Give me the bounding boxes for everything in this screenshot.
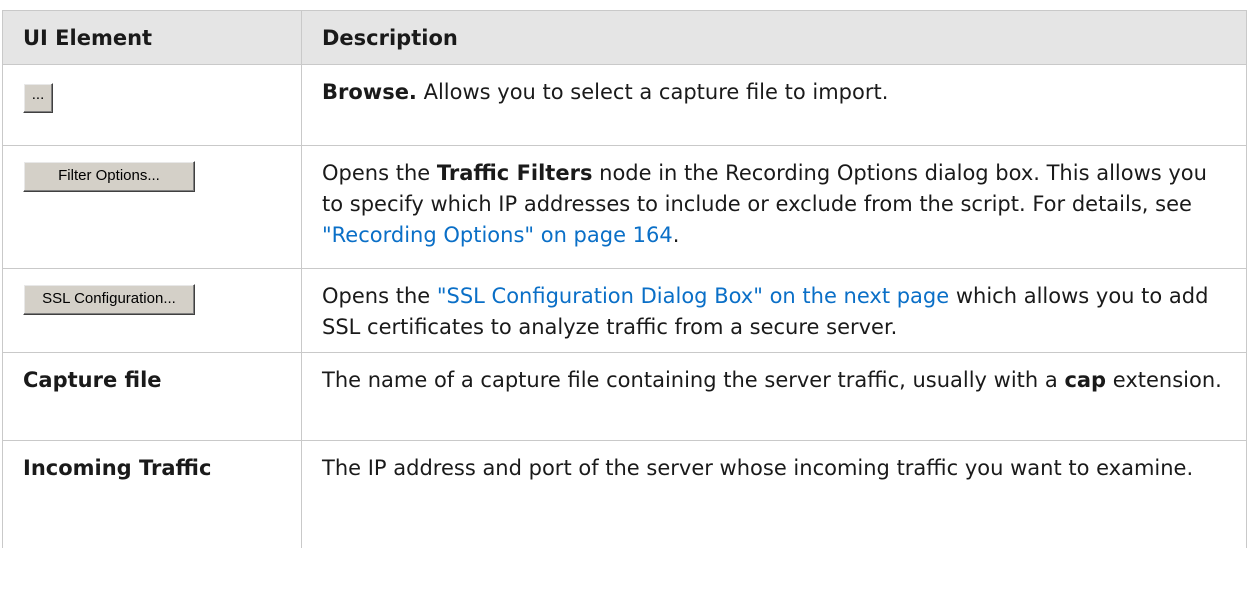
browse-button[interactable]: ...	[23, 83, 53, 113]
table-row: ... Browse. Allows you to select a captu…	[2, 64, 1247, 146]
desc-text: extension.	[1106, 368, 1222, 392]
description-cell: Browse. Allows you to select a capture f…	[301, 64, 1247, 146]
desc-bold: Traffic Filters	[436, 161, 593, 185]
ui-element-table: UI Element Description ... Browse. Allow…	[2, 10, 1247, 548]
desc-text: .	[672, 223, 680, 247]
table-row: SSL Configuration... Opens the "SSL Conf…	[2, 268, 1247, 353]
ssl-configuration-button[interactable]: SSL Configuration...	[23, 284, 195, 315]
desc-text: Opens the	[322, 284, 437, 308]
desc-bold: cap	[1064, 368, 1107, 392]
filter-options-button[interactable]: Filter Options...	[23, 161, 195, 192]
table-row: Capture file The name of a capture file …	[2, 352, 1247, 441]
element-cell: ...	[2, 64, 302, 146]
element-cell: Filter Options...	[2, 145, 302, 269]
desc-text: Opens the	[322, 161, 437, 185]
description-cell: The name of a capture file containing th…	[301, 352, 1247, 441]
header-ui-element: UI Element	[2, 10, 302, 65]
table-row: Incoming Traffic The IP address and port…	[2, 440, 1247, 548]
description-cell: The IP address and port of the server wh…	[301, 440, 1247, 548]
recording-options-link[interactable]: "Recording Options" on page 164	[322, 223, 673, 247]
element-label: Capture file	[2, 352, 302, 441]
table-header-row: UI Element Description	[2, 10, 1247, 65]
description-cell: Opens the Traffic Filters node in the Re…	[301, 145, 1247, 269]
description-cell: Opens the "SSL Configuration Dialog Box"…	[301, 268, 1247, 353]
desc-text: The name of a capture file containing th…	[322, 368, 1065, 392]
element-cell: SSL Configuration...	[2, 268, 302, 353]
header-description: Description	[301, 10, 1247, 65]
desc-bold: Browse.	[322, 80, 417, 104]
ssl-configuration-link[interactable]: "SSL Configuration Dialog Box" on the ne…	[437, 284, 949, 308]
table-row: Filter Options... Opens the Traffic Filt…	[2, 145, 1247, 269]
desc-text: Allows you to select a capture file to i…	[416, 80, 889, 104]
element-label: Incoming Traffic	[2, 440, 302, 548]
